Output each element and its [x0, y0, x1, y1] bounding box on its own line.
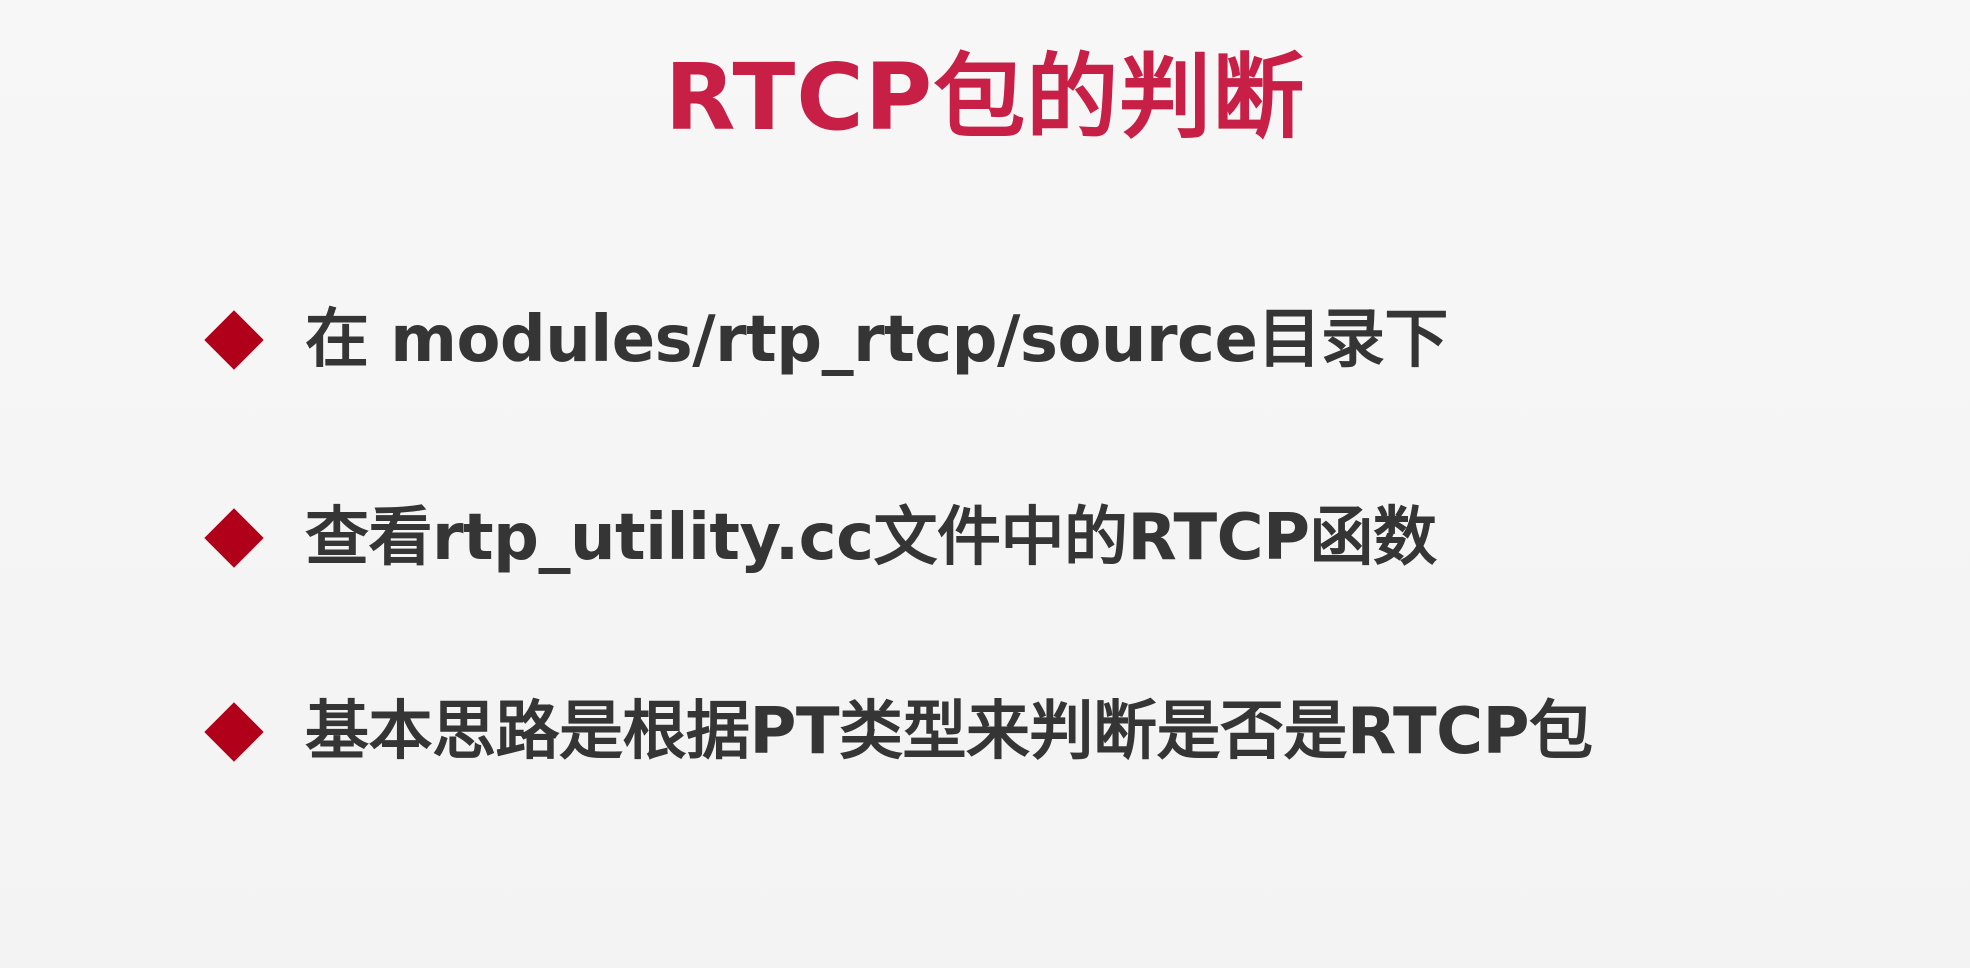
diamond-bullet-icon — [204, 310, 264, 370]
bullet-item: 查看rtp_utility.cc文件中的RTCP函数 — [204, 488, 1437, 588]
bullet-text: 查看rtp_utility.cc文件中的RTCP函数 — [305, 501, 1437, 575]
slide-title: RTCP包的判断 — [664, 44, 1306, 151]
diamond-bullet-icon — [204, 702, 264, 762]
slide: RTCP包的判断 在 modules/rtp_rtcp/source目录下 查看… — [0, 0, 1970, 968]
bullet-item: 在 modules/rtp_rtcp/source目录下 — [204, 290, 1448, 390]
bullet-text: 在 modules/rtp_rtcp/source目录下 — [305, 303, 1448, 377]
diamond-bullet-icon — [204, 508, 264, 568]
bullet-text: 基本思路是根据PT类型来判断是否是RTCP包 — [305, 695, 1593, 769]
bullet-item: 基本思路是根据PT类型来判断是否是RTCP包 — [204, 682, 1593, 782]
